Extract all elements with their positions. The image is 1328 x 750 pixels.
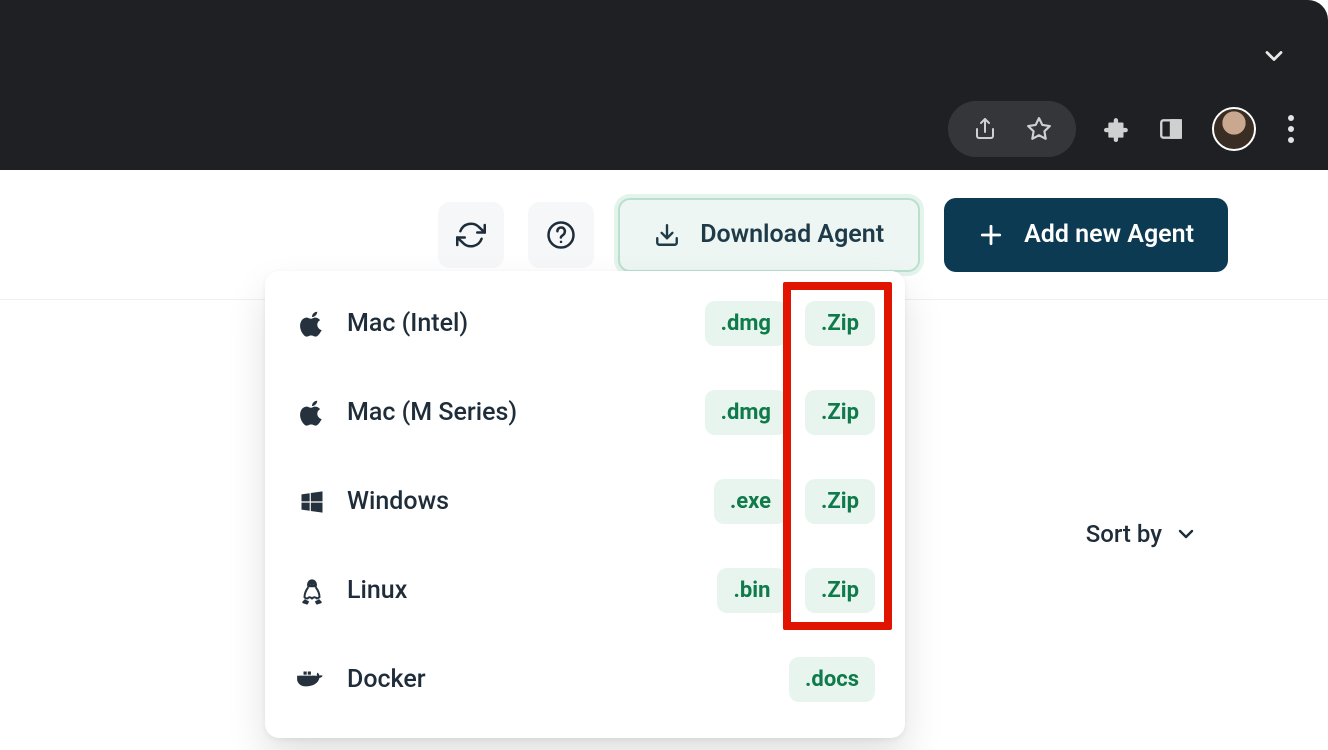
- linux-icon: [295, 576, 329, 606]
- omnibox-actions: [948, 101, 1076, 157]
- browser-toolbar: [0, 88, 1328, 170]
- download-badge[interactable]: .Zip: [805, 301, 875, 346]
- download-badge[interactable]: .dmg: [705, 301, 787, 346]
- download-icon: [654, 222, 680, 248]
- download-agent-dropdown: Mac (Intel) .dmg .Zip Mac (M Series) .dmg .Zi…: [265, 271, 905, 738]
- sort-by-label: Sort by: [1086, 520, 1162, 548]
- dropdown-row-apple-1: Mac (M Series) .dmg .Zip: [265, 368, 905, 457]
- dropdown-row-apple-0: Mac (Intel) .dmg .Zip: [265, 279, 905, 368]
- plus-icon: [978, 222, 1004, 248]
- dropdown-row-windows-2: Windows .exe .Zip: [265, 457, 905, 546]
- bookmark-star-icon[interactable]: [1026, 116, 1052, 142]
- browser-menu-icon[interactable]: [1284, 111, 1298, 147]
- download-badge[interactable]: .Zip: [805, 390, 875, 435]
- download-badge[interactable]: .Zip: [805, 568, 875, 613]
- sort-by-button[interactable]: Sort by: [1086, 520, 1198, 548]
- download-agent-button[interactable]: Download Agent: [618, 198, 920, 272]
- help-button[interactable]: [528, 202, 594, 268]
- apple-icon: [295, 399, 329, 427]
- download-badge[interactable]: .dmg: [705, 390, 787, 435]
- apple-icon: [295, 310, 329, 338]
- os-label: Docker: [347, 665, 771, 694]
- os-label: Linux: [347, 576, 699, 605]
- download-badge[interactable]: .Zip: [805, 479, 875, 524]
- download-badge[interactable]: .docs: [789, 657, 875, 702]
- share-icon[interactable]: [972, 116, 998, 142]
- profile-avatar[interactable]: [1212, 107, 1256, 151]
- chevron-down-icon: [1174, 522, 1198, 546]
- extensions-icon[interactable]: [1104, 116, 1130, 142]
- os-label: Windows: [347, 487, 696, 516]
- download-agent-label: Download Agent: [700, 220, 884, 249]
- tab-list-chevron-icon[interactable]: [1260, 42, 1288, 70]
- dropdown-row-linux-3: Linux .bin .Zip: [265, 546, 905, 635]
- download-badge[interactable]: .bin: [717, 568, 787, 613]
- browser-chrome: [0, 0, 1328, 170]
- os-label: Mac (Intel): [347, 309, 687, 338]
- download-badge[interactable]: .exe: [714, 479, 787, 524]
- refresh-button[interactable]: [438, 202, 504, 268]
- browser-tab-strip: [0, 0, 1328, 88]
- docker-icon: [295, 663, 329, 697]
- dropdown-row-docker-4: Docker .docs: [265, 635, 905, 724]
- os-label: Mac (M Series): [347, 398, 687, 427]
- add-new-agent-button[interactable]: Add new Agent: [944, 198, 1228, 272]
- add-new-agent-label: Add new Agent: [1024, 220, 1194, 249]
- windows-icon: [295, 488, 329, 516]
- side-panel-icon[interactable]: [1158, 116, 1184, 142]
